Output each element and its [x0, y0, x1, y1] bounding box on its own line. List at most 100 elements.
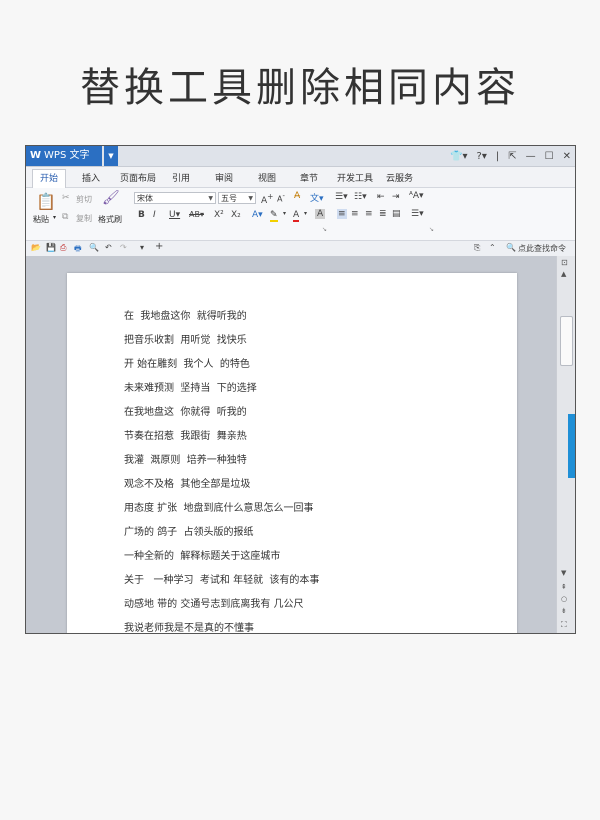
- distributed-icon[interactable]: ▤: [392, 209, 401, 219]
- align-left-icon[interactable]: ≡: [337, 209, 347, 219]
- undo-icon[interactable]: ↶: [105, 243, 112, 252]
- format-painter-button[interactable]: 格式刷: [98, 214, 122, 225]
- document-line[interactable]: 我灌 溉原则 培养一种独特: [124, 451, 247, 466]
- save-icon[interactable]: 💾: [46, 243, 56, 252]
- maximize-icon[interactable]: ☐: [545, 151, 554, 162]
- clipboard-icon[interactable]: 📋: [36, 192, 56, 211]
- print-icon[interactable]: 🖶: [74, 243, 82, 257]
- scrollbar-thumb[interactable]: [560, 316, 573, 366]
- previous-page-icon[interactable]: ⇞: [561, 583, 567, 591]
- document-line[interactable]: 观念不及格 其他全部是垃圾: [124, 475, 250, 490]
- document-line[interactable]: 在我地盘这 你就得 听我的: [124, 403, 247, 418]
- line-spacing-icon[interactable]: ☰▾: [411, 209, 424, 219]
- tab-developer[interactable]: 开发工具: [337, 171, 373, 184]
- minimize-icon[interactable]: —: [526, 151, 536, 162]
- app-menu-button[interactable]: W WPS 文字 ▼: [26, 146, 118, 166]
- text-size-icon[interactable]: ᴬA▾: [409, 191, 424, 201]
- side-panel-tab[interactable]: [568, 414, 575, 478]
- app-name: WPS 文字: [44, 150, 90, 161]
- bold-icon[interactable]: B: [138, 210, 145, 220]
- resize-grip-icon: ⛶: [561, 620, 567, 629]
- document-line[interactable]: 广场的 鸽子 占领头版的报纸: [124, 523, 254, 538]
- tab-cloud[interactable]: 云服务: [386, 171, 413, 184]
- open-folder-icon[interactable]: 📂: [31, 243, 41, 252]
- font-size-select[interactable]: 五号 ▼: [218, 192, 256, 204]
- font-name-select[interactable]: 宋体 ▼: [134, 192, 216, 204]
- document-line[interactable]: 动感地 带的 交通号志到底离我有 几公尺: [124, 595, 304, 610]
- document-line[interactable]: 把音乐收割 用听觉 找快乐: [124, 331, 247, 346]
- tab-insert[interactable]: 插入: [82, 171, 100, 184]
- document-line[interactable]: 未来难预测 坚持当 下的选择: [124, 379, 257, 394]
- align-right-icon[interactable]: ≡: [365, 209, 373, 219]
- highlight-dropdown-icon[interactable]: ▾: [283, 210, 286, 217]
- chevron-down-icon[interactable]: ▼: [104, 146, 118, 166]
- text-effect-icon[interactable]: A▾: [252, 210, 263, 220]
- italic-icon[interactable]: I: [153, 210, 156, 220]
- document-line[interactable]: 用态度 扩张 地盘到底什么意思怎么一回事: [124, 499, 314, 514]
- highlight-icon[interactable]: ✎: [270, 210, 278, 222]
- paste-button[interactable]: 粘贴: [33, 214, 49, 225]
- align-center-icon[interactable]: ≡: [351, 209, 359, 219]
- document-area: 在 我地盘这你 就得听我的 把音乐收割 用听觉 找快乐 开 始在雕刻 我个人 的…: [26, 256, 556, 633]
- tab-home[interactable]: 开始: [32, 169, 67, 188]
- redo-icon[interactable]: ↷: [120, 243, 127, 252]
- numbered-list-icon[interactable]: ☷▾: [354, 192, 367, 202]
- document-page[interactable]: 在 我地盘这你 就得听我的 把音乐收割 用听觉 找快乐 开 始在雕刻 我个人 的…: [67, 273, 517, 633]
- font-dialog-launcher-icon[interactable]: ↘: [322, 226, 327, 233]
- char-shading-icon[interactable]: A: [315, 209, 326, 219]
- add-icon[interactable]: +: [155, 241, 163, 252]
- tab-review[interactable]: 审阅: [215, 171, 233, 184]
- bullet-list-icon[interactable]: ☰▾: [335, 192, 348, 202]
- paragraph-dialog-launcher-icon[interactable]: ↘: [429, 226, 434, 233]
- hero-title: 替换工具删除相同内容: [80, 65, 520, 111]
- document-line[interactable]: 在 我地盘这你 就得听我的: [124, 307, 247, 322]
- restore-ribbon-icon[interactable]: ⇱: [508, 151, 516, 162]
- skin-icon[interactable]: 👕▾: [450, 151, 467, 162]
- tab-chapter[interactable]: 章节: [300, 171, 318, 184]
- help-icon[interactable]: ?▾: [477, 151, 487, 162]
- scroll-up-icon[interactable]: ▲: [561, 270, 566, 278]
- document-line[interactable]: 开 始在雕刻 我个人 的特色: [124, 355, 250, 370]
- find-command-field[interactable]: 点此查找命令: [518, 243, 566, 254]
- print-preview-icon[interactable]: 🔍: [89, 243, 99, 252]
- cut-button[interactable]: 剪切: [76, 194, 92, 205]
- subscript-icon[interactable]: X₂: [231, 210, 241, 220]
- next-page-icon[interactable]: ⇟: [561, 607, 567, 615]
- customize-quickbar-icon[interactable]: ▾: [140, 243, 144, 252]
- tab-page-layout[interactable]: 页面布局: [120, 171, 156, 184]
- wps-logo-icon: W: [30, 150, 42, 161]
- clear-format-icon[interactable]: A̶: [294, 191, 300, 201]
- tab-view[interactable]: 视图: [258, 171, 276, 184]
- copy-icon[interactable]: ⧉: [62, 212, 68, 222]
- collapse-ribbon-icon[interactable]: ⌃: [489, 243, 496, 252]
- format-painter-icon[interactable]: 🖌: [102, 190, 120, 206]
- document-line[interactable]: 关于 一种学习 考试和 年轻就 该有的本事: [124, 571, 319, 586]
- close-icon[interactable]: ✕: [563, 151, 571, 162]
- justify-icon[interactable]: ≣: [379, 209, 387, 219]
- font-color-icon[interactable]: A: [293, 210, 300, 222]
- paste-dropdown-icon[interactable]: ▾: [53, 214, 56, 221]
- document-line[interactable]: 节奏在招惹 我跟街 舞亲热: [124, 427, 247, 442]
- strikethrough-icon[interactable]: AB▾: [189, 210, 204, 219]
- copy-button[interactable]: 复制: [76, 213, 92, 224]
- select-browse-object-icon[interactable]: ○: [561, 595, 567, 603]
- scroll-down-icon[interactable]: ▼: [561, 569, 566, 577]
- underline-icon[interactable]: U▾: [169, 210, 180, 220]
- scissors-icon[interactable]: ✂: [62, 193, 70, 203]
- superscript-icon[interactable]: X²: [214, 210, 224, 220]
- decrease-indent-icon[interactable]: ⇤: [377, 192, 385, 202]
- chevron-down-icon: ▼: [208, 195, 213, 202]
- tab-references[interactable]: 引用: [172, 171, 190, 184]
- search-icon[interactable]: 🔍: [506, 243, 516, 252]
- font-color-dropdown-icon[interactable]: ▾: [304, 210, 307, 217]
- chevron-down-icon: ▼: [248, 195, 253, 202]
- increase-indent-icon[interactable]: ⇥: [392, 192, 400, 202]
- document-line[interactable]: 我说老师我是不是真的不懂事: [124, 619, 254, 633]
- shrink-font-icon[interactable]: A-: [277, 192, 285, 204]
- grow-font-icon[interactable]: A+: [261, 192, 273, 206]
- document-line[interactable]: 一种全新的 解释标题关于这座城市: [124, 547, 280, 562]
- doc-stats-icon[interactable]: ⎘: [474, 243, 480, 253]
- phonetic-icon[interactable]: 文▾: [310, 191, 324, 204]
- pdf-export-icon[interactable]: ⎙: [60, 243, 66, 253]
- split-view-icon[interactable]: ⊡: [561, 258, 568, 267]
